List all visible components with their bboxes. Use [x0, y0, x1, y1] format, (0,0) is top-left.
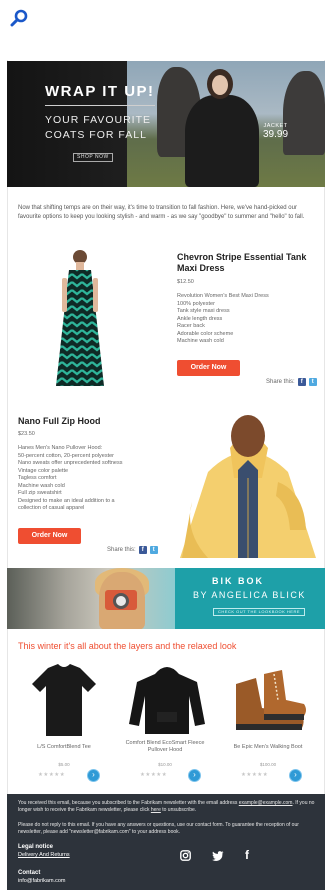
lookbook-banner[interactable]: BIK BOK BY ANGELICA BLICK CHECK OUT THE …	[7, 568, 325, 629]
maxi-dress-image[interactable]	[42, 248, 118, 390]
unsubscribe-link[interactable]: here	[151, 807, 161, 813]
search-icon[interactable]	[10, 8, 30, 28]
contact-heading: Contact	[18, 870, 41, 876]
hero-banner[interactable]: WRAP IT UP! YOUR FAVOURITE COATS FOR FAL…	[7, 61, 325, 187]
product-price: $10.00	[158, 762, 172, 767]
twitter-icon[interactable]	[212, 851, 224, 861]
delivery-returns-link[interactable]: Delivery And Returns	[18, 852, 70, 858]
product-price: $100.00	[259, 762, 277, 767]
banner-title: BIK BOK	[212, 576, 264, 586]
winter-heading: This winter it's all about the layers an…	[18, 641, 237, 651]
banner-subtitle: BY ANGELICA BLICK	[193, 590, 306, 600]
twitter-share-icon[interactable]: t	[149, 546, 158, 554]
rating-stars: ★★★★★	[140, 772, 168, 778]
hero-headline: WRAP IT UP!	[45, 83, 155, 100]
share-bar: Share this: f t	[266, 378, 317, 386]
hero-subhead: YOUR FAVOURITE COATS FOR FALL	[45, 114, 151, 141]
hero-shop-button[interactable]: SHOP NOW	[73, 153, 113, 162]
facebook-share-icon[interactable]: f	[297, 378, 306, 386]
hero-price-tag: JACKET 39.99	[263, 123, 289, 140]
legal-heading: Legal notice	[18, 844, 54, 850]
product-name[interactable]: Comfort Blend EcoSmart Fleece Pullover H…	[117, 740, 213, 754]
hoodie-image[interactable]	[127, 660, 207, 738]
hero-divider	[45, 105, 155, 106]
chevron-right-icon[interactable]: ›	[87, 769, 100, 782]
chevron-right-icon[interactable]: ›	[289, 769, 302, 782]
product-price: $12.50	[177, 279, 194, 285]
product-price: $5.00	[58, 762, 70, 767]
tee-image[interactable]	[24, 660, 104, 738]
contact-email[interactable]: info@fabrikam.com	[18, 878, 65, 884]
product-description: Revolution Women's Best Maxi Dress 100% …	[177, 293, 269, 344]
product-title[interactable]: Nano Full Zip Hood	[18, 416, 168, 427]
top-bar	[0, 0, 325, 60]
twitter-share-icon[interactable]: t	[308, 378, 317, 386]
product-name[interactable]: L/S ComfortBlend Tee	[16, 744, 112, 751]
product-description: Hanes Men's Nano Pullover Hood: 50-perce…	[18, 445, 123, 511]
rating-stars: ★★★★★	[38, 772, 66, 778]
zip-hood-image[interactable]	[178, 412, 318, 558]
boot-image[interactable]	[228, 660, 308, 738]
product-name[interactable]: Be Epic Men's Walking Boot	[220, 744, 316, 751]
footer: You received this email, because you sub…	[7, 794, 325, 890]
intro-text: Now that shifting temps are on their way…	[18, 205, 305, 220]
share-bar: Share this: f t	[107, 546, 158, 554]
subscription-notice: You received this email, because you sub…	[18, 800, 315, 813]
product-price: $23.50	[18, 431, 35, 437]
facebook-icon[interactable]: f	[245, 848, 249, 862]
share-label: Share this:	[107, 547, 136, 553]
chevron-right-icon[interactable]: ›	[188, 769, 201, 782]
product-title[interactable]: Chevron Stripe Essential Tank Maxi Dress	[177, 252, 322, 274]
share-label: Share this:	[266, 379, 295, 385]
email-link[interactable]: example@example.com	[239, 800, 293, 806]
order-now-button[interactable]: Order Now	[177, 360, 240, 376]
instagram-icon[interactable]	[180, 850, 191, 861]
banner-cta[interactable]: CHECK OUT THE LOOKBOOK HERE	[213, 608, 306, 616]
reply-notice: Please do not reply to this email. If yo…	[18, 822, 299, 835]
order-now-button[interactable]: Order Now	[18, 528, 81, 544]
rating-stars: ★★★★★	[241, 772, 269, 778]
facebook-share-icon[interactable]: f	[138, 546, 147, 554]
